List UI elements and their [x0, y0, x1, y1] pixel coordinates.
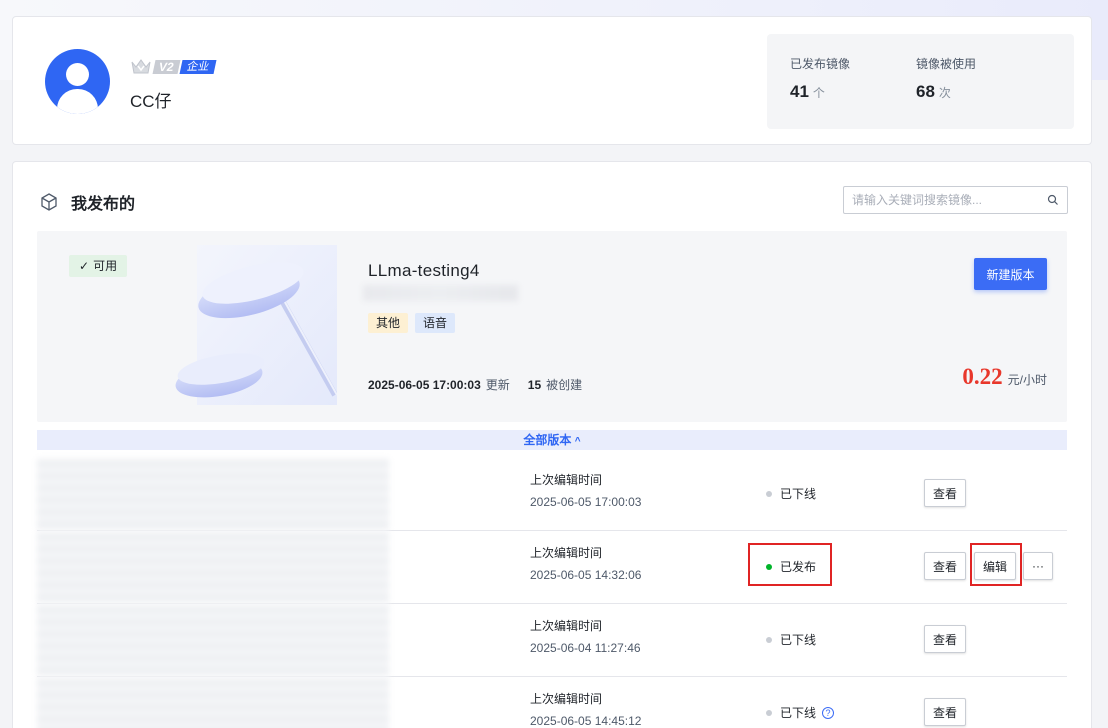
- version-info-blurred: [37, 604, 389, 676]
- view-button[interactable]: 查看: [924, 479, 967, 507]
- edit-time-label: 上次编辑时间: [530, 473, 603, 487]
- avatar-head: [66, 63, 89, 86]
- version-info-blurred: [37, 531, 389, 603]
- stat-published: 已发布镜像 41 个: [790, 55, 850, 102]
- username: CC仔: [130, 92, 172, 111]
- profile-card: V2 企业 CC仔 已发布镜像 41 个 镜像被使用 68 次: [12, 16, 1092, 145]
- created-label: 被创建: [546, 378, 583, 392]
- avatar[interactable]: [45, 49, 110, 114]
- all-versions-toggle[interactable]: 全部版本 ^: [37, 430, 1067, 450]
- featured-image-card[interactable]: ✓ 可用 LLma-testing4 其他 语音 2025-06-05 17:0…: [37, 231, 1067, 422]
- edit-time: 2025-06-04 11:27:46: [530, 641, 641, 655]
- level-badge: V2 企业: [130, 57, 217, 77]
- tag-voice: 语音: [415, 313, 456, 333]
- image-name[interactable]: LLma-testing4: [368, 261, 480, 281]
- image-description-blurred: [363, 285, 518, 301]
- search-box[interactable]: [843, 186, 1068, 214]
- version-row: 上次编辑时间 2025-06-05 14:32:06 已发布 查看 编辑 ···: [37, 531, 1067, 604]
- edit-time: 2025-06-05 14:32:06: [530, 568, 642, 582]
- view-button[interactable]: 查看: [924, 698, 967, 726]
- image-meta: 2025-06-05 17:00:03 更新 15 被创建: [368, 376, 582, 393]
- edit-time-label: 上次编辑时间: [530, 619, 603, 633]
- published-images-card: 我发布的 ✓可用 LLma-testi: [12, 161, 1092, 728]
- edit-highlight-box: [970, 543, 1022, 586]
- stats-box: 已发布镜像 41 个 镜像被使用 68 次: [767, 34, 1074, 129]
- section-title: 我发布的: [71, 196, 136, 213]
- price: 0.22 元/小时: [962, 364, 1047, 390]
- tag-list: 其他 语音: [368, 313, 456, 333]
- edit-time: 2025-06-05 14:45:12: [530, 714, 642, 728]
- section-header: 我发布的: [39, 190, 135, 214]
- updated-label: 更新: [485, 378, 510, 392]
- stat-used: 镜像被使用 68 次: [916, 55, 976, 102]
- enterprise-badge: 企业: [179, 60, 217, 74]
- stat-value: 68 次: [916, 82, 951, 101]
- level-tag: V2: [152, 60, 181, 74]
- version-row: 上次编辑时间 2025-06-04 11:27:46 已下线 查看: [37, 604, 1067, 677]
- version-row: 上次编辑时间 2025-06-05 14:45:12 已下线? 查看: [37, 677, 1067, 728]
- avatar-body: [57, 89, 98, 114]
- version-row: 上次编辑时间 2025-06-05 17:00:03 已下线 查看: [37, 458, 1067, 531]
- available-badge: ✓ 可用: [69, 255, 128, 277]
- created-count: 15: [527, 377, 542, 392]
- status-dot: [766, 490, 772, 497]
- chevron-up-icon: ^: [574, 436, 581, 447]
- edit-time: 2025-06-05 17:00:03: [530, 495, 642, 509]
- version-info-blurred: [37, 458, 389, 530]
- price-value: 0.22: [962, 364, 1003, 389]
- status-badge: 已下线: [766, 485, 816, 502]
- cube-icon: [41, 193, 57, 211]
- search-icon[interactable]: [1047, 194, 1059, 206]
- status-dot: [766, 709, 772, 716]
- status-badge: 已下线: [766, 631, 816, 648]
- help-icon[interactable]: ?: [822, 706, 835, 719]
- view-button[interactable]: 查看: [924, 552, 967, 580]
- stat-label: 已发布镜像: [790, 57, 851, 71]
- tag-other: 其他: [368, 313, 409, 333]
- check-icon: ✓: [79, 259, 90, 273]
- updated-time: 2025-06-05 17:00:03: [368, 377, 481, 392]
- search-input[interactable]: [852, 187, 1042, 213]
- view-button[interactable]: 查看: [924, 625, 967, 653]
- edit-time-label: 上次编辑时间: [530, 692, 603, 706]
- price-unit: 元/小时: [1007, 373, 1047, 387]
- edit-time-label: 上次编辑时间: [530, 546, 603, 560]
- status-highlight-box: [748, 543, 832, 586]
- status-dot: [766, 636, 772, 643]
- stat-value: 41 个: [790, 82, 825, 101]
- new-version-button[interactable]: 新建版本: [974, 258, 1047, 290]
- stat-label: 镜像被使用: [916, 57, 977, 71]
- status-badge: 已下线?: [766, 704, 835, 721]
- crown-icon: [131, 59, 151, 74]
- version-info-blurred: [37, 677, 389, 728]
- more-button[interactable]: ···: [1023, 552, 1053, 580]
- image-illustration: [175, 245, 337, 405]
